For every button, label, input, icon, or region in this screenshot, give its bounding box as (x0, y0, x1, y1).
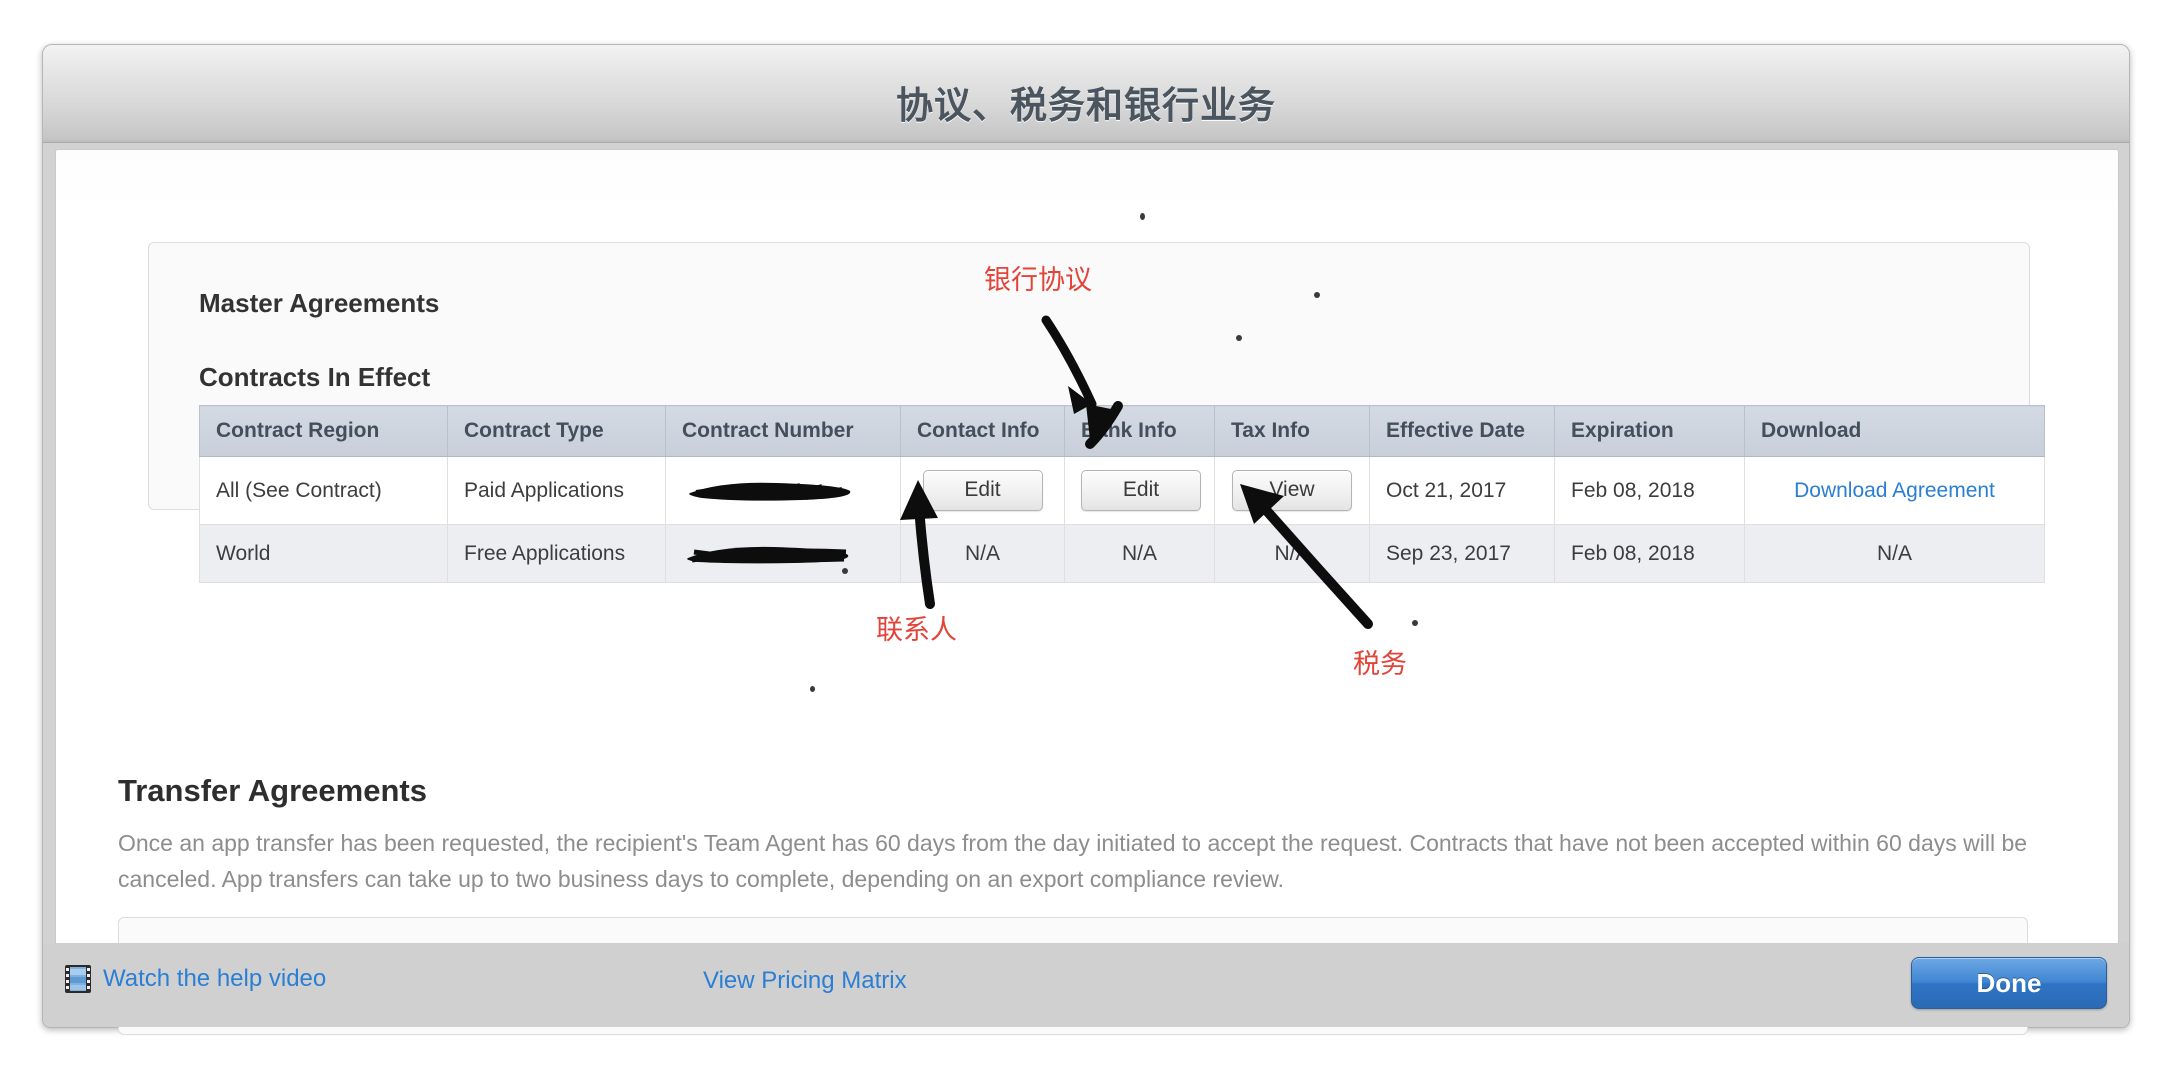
cell-contract-region: World (199, 524, 448, 583)
redaction-scribble (682, 542, 857, 566)
cell-expiration: Feb 08, 2018 (1554, 524, 1745, 583)
dialog-footer: Watch the help video View Pricing Matrix… (43, 943, 2129, 1027)
transfer-agreements-description: Once an app transfer has been requested,… (118, 830, 2028, 892)
cell-contract-type: Paid Applications (447, 456, 666, 525)
done-button[interactable]: Done (1911, 957, 2107, 1009)
table-header-row: Contract Region Contract Type Contract N… (199, 405, 2045, 457)
page-title: 协议、税务和银行业务 (896, 85, 1276, 126)
help-video-group[interactable]: Watch the help video (65, 965, 326, 993)
cell-tax-info: View (1214, 456, 1370, 525)
cell-effective-date: Oct 21, 2017 (1369, 456, 1555, 525)
table-row: All (See Contract) Paid Applications Edi… (199, 456, 2045, 525)
cell-contract-region: All (See Contract) (199, 456, 448, 525)
column-header-download: Download (1744, 405, 2045, 457)
cell-tax-info: N/A (1214, 524, 1370, 583)
cell-bank-info: Edit (1064, 456, 1215, 525)
cell-bank-info: N/A (1064, 524, 1215, 583)
dialog-content: Master Agreements Contracts In Effect Co… (55, 149, 2119, 1035)
download-agreement-link[interactable]: Download Agreement (1794, 479, 1995, 502)
edit-bank-info-button[interactable]: Edit (1081, 470, 1201, 511)
view-pricing-matrix-link[interactable]: View Pricing Matrix (703, 967, 907, 995)
cell-contract-number-redacted (665, 456, 901, 525)
edit-contact-info-button[interactable]: Edit (922, 470, 1043, 511)
dialog-titlebar: 协议、税务和银行业务 (43, 45, 2129, 143)
cell-contract-type: Free Applications (447, 524, 666, 583)
column-header-contract-region: Contract Region (199, 405, 448, 457)
contracts-in-effect-heading: Contracts In Effect (199, 362, 431, 392)
column-header-effective-date: Effective Date (1369, 405, 1555, 457)
cell-contact-info: Edit (900, 456, 1065, 525)
column-header-tax-info: Tax Info (1214, 405, 1370, 457)
agreements-dialog: 协议、税务和银行业务 Master Agreements Contracts I… (42, 44, 2130, 1035)
cell-effective-date: Sep 23, 2017 (1369, 524, 1555, 583)
cell-expiration: Feb 08, 2018 (1554, 456, 1745, 525)
column-header-contact-info: Contact Info (900, 405, 1065, 457)
master-agreements-panel: Master Agreements Contracts In Effect Co… (148, 242, 2045, 583)
cell-contract-number-redacted (665, 524, 901, 583)
redaction-scribble (682, 479, 857, 503)
table-row: World Free Applications N/A N/A N/A Sep … (199, 524, 2045, 583)
column-header-expiration: Expiration (1554, 405, 1745, 457)
column-header-bank-info: Bank Info (1064, 405, 1215, 457)
film-strip-icon (65, 965, 91, 993)
cell-contact-info: N/A (900, 524, 1065, 583)
column-header-contract-type: Contract Type (447, 405, 666, 457)
master-agreements-heading: Master Agreements (199, 288, 440, 318)
cell-download: Download Agreement (1744, 456, 2045, 525)
watch-help-video-link[interactable]: Watch the help video (103, 965, 326, 993)
cell-download: N/A (1744, 524, 2045, 583)
screen: 协议、税务和银行业务 Master Agreements Contracts I… (0, 0, 2172, 1086)
contracts-table: Contract Region Contract Type Contract N… (199, 405, 2045, 583)
column-header-contract-number: Contract Number (665, 405, 901, 457)
transfer-agreements-heading: Transfer Agreements (118, 773, 427, 808)
view-tax-info-button[interactable]: View (1232, 470, 1352, 511)
